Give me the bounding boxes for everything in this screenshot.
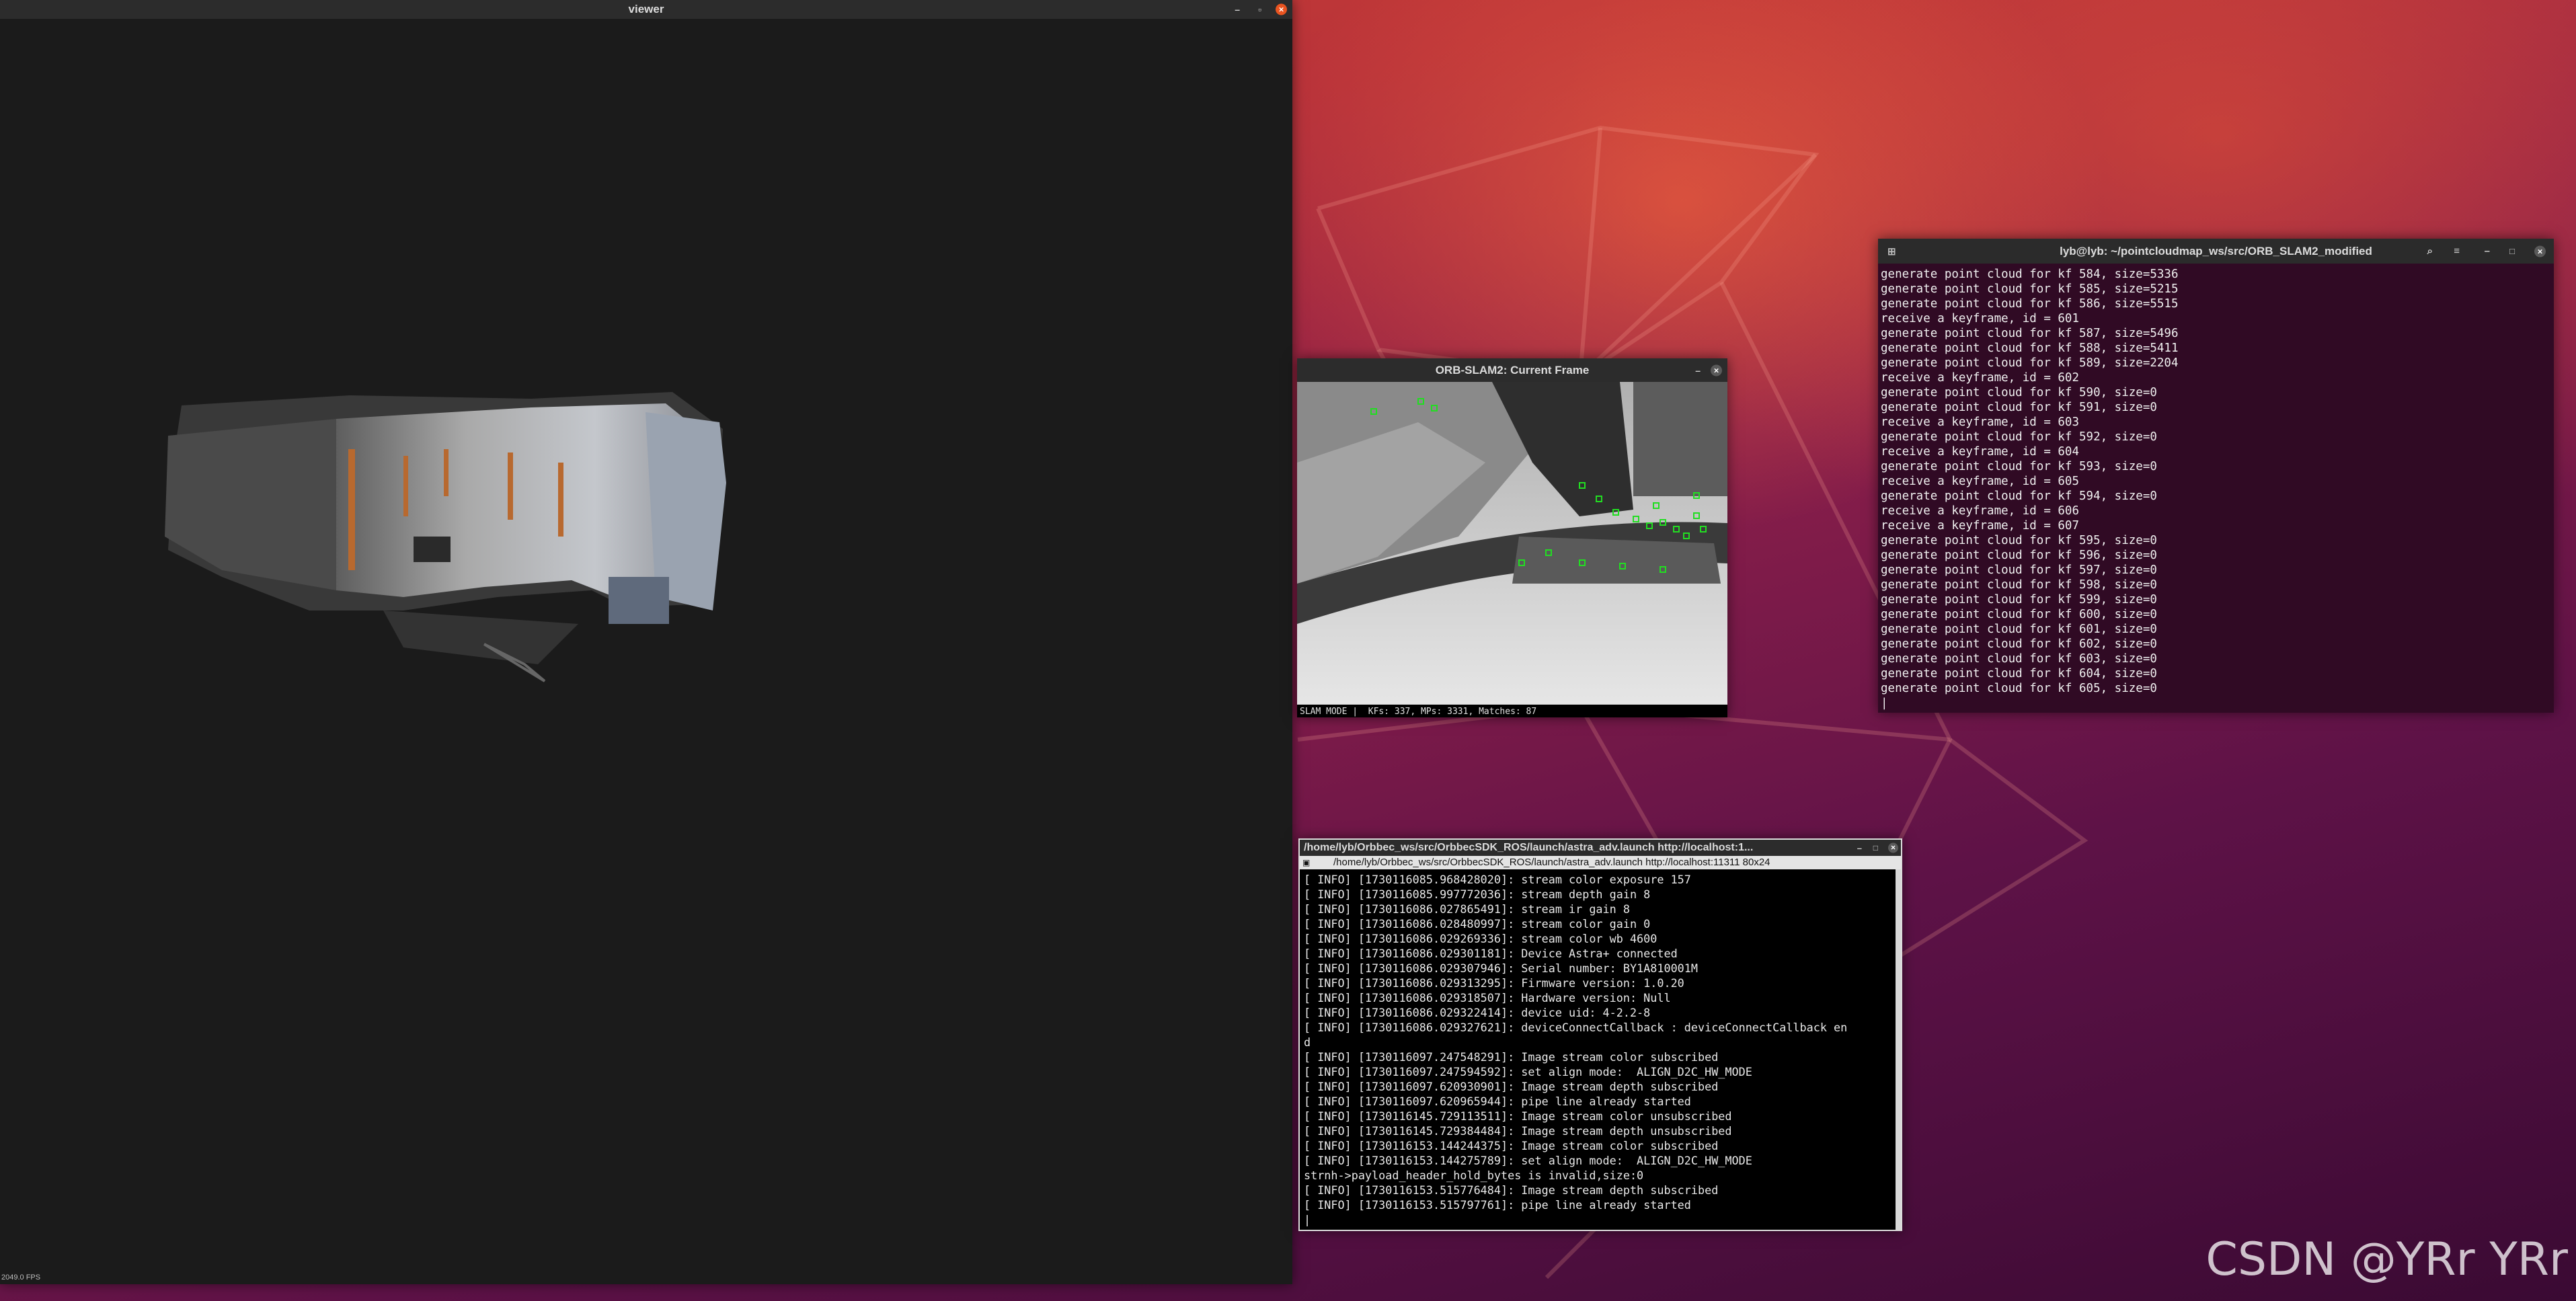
terminal-line: generate point cloud for kf 590, size=0	[1881, 386, 2157, 399]
terminal-line: generate point cloud for kf 592, size=0	[1881, 430, 2157, 444]
maximize-button[interactable]: □	[2509, 246, 2515, 256]
terminal-line: [ INFO] [1730116086.029327621]: deviceCo…	[1304, 1021, 1848, 1034]
close-button[interactable]: ×	[1276, 3, 1287, 15]
terminal-line: generate point cloud for kf 586, size=55…	[1881, 297, 2179, 311]
watermark: CSDN @YRr YRr	[2206, 1233, 2568, 1286]
terminal-cursor: |	[1881, 697, 1888, 710]
terminal-line: strnh->payload_header_hold_bytes is inva…	[1304, 1169, 1644, 1182]
terminal-line: [ INFO] [1730116097.247548291]: Image st…	[1304, 1050, 1719, 1064]
terminal-line: generate point cloud for kf 599, size=0	[1881, 593, 2157, 606]
terminal-line: d	[1304, 1035, 1311, 1049]
terminal-line: receive a keyframe, id = 601	[1881, 312, 2080, 325]
terminal-titlebar[interactable]: /home/lyb/Orbbec_ws/src/OrbbecSDK_ROS/la…	[1300, 840, 1901, 856]
camera-frame	[1297, 382, 1727, 705]
terminal-line: [ INFO] [1730116086.029318507]: Hardware…	[1304, 991, 1671, 1004]
terminal-line: [ INFO] [1730116153.515797761]: pipe lin…	[1304, 1198, 1691, 1212]
terminal-line: [ INFO] [1730116097.620965944]: pipe lin…	[1304, 1095, 1691, 1108]
fps-counter: 2049.0 FPS	[1, 1273, 41, 1282]
terminal-line: generate point cloud for kf 589, size=22…	[1881, 356, 2179, 370]
terminal-window-pointcloud[interactable]: ⊞ lyb@lyb: ~/pointcloudmap_ws/src/ORB_SL…	[1878, 239, 2554, 713]
terminal-titlebar[interactable]: ⊞ lyb@lyb: ~/pointcloudmap_ws/src/ORB_SL…	[1878, 239, 2554, 264]
terminal-icon[interactable]: ⊞	[1887, 245, 1896, 258]
terminal-line: receive a keyframe, id = 602	[1881, 371, 2080, 385]
terminal-line: [ INFO] [1730116086.029301181]: Device A…	[1304, 947, 1678, 960]
slam-status-text: SLAM MODE | KFs: 337, MPs: 3331, Matches…	[1300, 707, 1537, 717]
terminal-line: generate point cloud for kf 600, size=0	[1881, 608, 2157, 621]
menu-icon[interactable]: ≡	[2454, 245, 2460, 257]
search-icon[interactable]: ⌕	[2427, 245, 2433, 257]
terminal-line: receive a keyframe, id = 603	[1881, 416, 2080, 429]
terminal-title: /home/lyb/Orbbec_ws/src/OrbbecSDK_ROS/la…	[1304, 842, 1754, 853]
close-button[interactable]: ×	[1888, 842, 1898, 853]
terminal-line: generate point cloud for kf 603, size=0	[1881, 652, 2157, 666]
terminal-line: [ INFO] [1730116086.027865491]: stream i…	[1304, 902, 1630, 916]
terminal-line: receive a keyframe, id = 607	[1881, 519, 2080, 533]
terminal-window-roslaunch[interactable]: /home/lyb/Orbbec_ws/src/OrbbecSDK_ROS/la…	[1298, 838, 1902, 1231]
orb-title: ORB-SLAM2: Current Frame	[1435, 363, 1590, 377]
terminal-line: [ INFO] [1730116153.515776484]: Image st…	[1304, 1183, 1719, 1197]
terminal-cursor: |	[1304, 1213, 1311, 1226]
viewer-title: viewer	[628, 3, 664, 15]
terminal-line: generate point cloud for kf 598, size=0	[1881, 578, 2157, 592]
terminal-line: [ INFO] [1730116086.029322414]: device u…	[1304, 1006, 1651, 1019]
close-button[interactable]: ×	[2534, 245, 2546, 257]
terminal-line: receive a keyframe, id = 605	[1881, 475, 2080, 488]
terminal-line: [ INFO] [1730116097.620930901]: Image st…	[1304, 1080, 1719, 1093]
terminal-line: [ INFO] [1730116086.029307946]: Serial n…	[1304, 961, 1698, 975]
status-bar: SLAM MODE | KFs: 337, MPs: 3331, Matches…	[1297, 705, 1727, 717]
terminal-line: generate point cloud for kf 585, size=52…	[1881, 282, 2179, 296]
terminal-line: [ INFO] [1730116153.144275789]: set alig…	[1304, 1154, 1752, 1167]
terminal-line: generate point cloud for kf 602, size=0	[1881, 637, 2157, 651]
terminal-line: [ INFO] [1730116145.729384484]: Image st…	[1304, 1124, 1732, 1138]
minimize-button[interactable]: –	[1235, 5, 1240, 14]
terminal-line: receive a keyframe, id = 604	[1881, 445, 2080, 459]
viewer-window[interactable]: viewer – ▫ × 2049.0 FPS	[0, 0, 1292, 1284]
terminal-line: [ INFO] [1730116085.997772036]: stream d…	[1304, 888, 1651, 901]
scrollbar[interactable]	[1896, 869, 1901, 1230]
viewer-titlebar[interactable]: viewer – ▫ ×	[0, 0, 1292, 19]
close-button[interactable]: ×	[1711, 364, 1722, 376]
terminal-line: generate point cloud for kf 601, size=0	[1881, 623, 2157, 636]
terminal-line: [ INFO] [1730116086.029269336]: stream c…	[1304, 932, 1657, 945]
orb-slam-window[interactable]: ORB-SLAM2: Current Frame – × SLAM MODE |…	[1297, 358, 1727, 717]
xterm-header: ▣ /home/lyb/Orbbec_ws/src/OrbbecSDK_ROS/…	[1300, 856, 1901, 869]
terminal-output[interactable]: generate point cloud for kf 584, size=53…	[1881, 267, 2547, 713]
terminal-line: generate point cloud for kf 604, size=0	[1881, 667, 2157, 680]
terminal-output[interactable]: [ INFO] [1730116085.968428020]: stream c…	[1304, 872, 1893, 1230]
terminal-line: generate point cloud for kf 597, size=0	[1881, 563, 2157, 577]
point-cloud	[165, 392, 726, 682]
terminal-line: generate point cloud for kf 591, size=0	[1881, 401, 2157, 414]
terminal-line: [ INFO] [1730116153.144244375]: Image st…	[1304, 1139, 1719, 1152]
terminal-line: generate point cloud for kf 596, size=0	[1881, 549, 2157, 562]
minimize-button[interactable]: –	[2485, 245, 2490, 257]
terminal-subtitle: /home/lyb/Orbbec_ws/src/OrbbecSDK_ROS/la…	[1333, 857, 1770, 868]
terminal-line: receive a keyframe, id = 606	[1881, 504, 2080, 518]
orb-titlebar[interactable]: ORB-SLAM2: Current Frame – ×	[1297, 358, 1727, 382]
terminal-line: generate point cloud for kf 588, size=54…	[1881, 342, 2179, 355]
terminal-line: generate point cloud for kf 593, size=0	[1881, 460, 2157, 473]
terminal-line: [ INFO] [1730116086.028480997]: stream c…	[1304, 917, 1651, 931]
terminal-line: [ INFO] [1730116085.968428020]: stream c…	[1304, 873, 1691, 886]
terminal-line: [ INFO] [1730116145.729113511]: Image st…	[1304, 1109, 1732, 1123]
terminal-line: generate point cloud for kf 584, size=53…	[1881, 268, 2179, 281]
terminal-line: generate point cloud for kf 587, size=54…	[1881, 327, 2179, 340]
terminal-line: [ INFO] [1730116086.029313295]: Firmware…	[1304, 976, 1684, 990]
minimize-button[interactable]: –	[1857, 843, 1862, 853]
terminal-line: [ INFO] [1730116097.247594592]: set alig…	[1304, 1065, 1752, 1078]
terminal-line: generate point cloud for kf 594, size=0	[1881, 489, 2157, 503]
point-cloud-canvas[interactable]	[0, 19, 1292, 1269]
maximize-button[interactable]: ▫	[1258, 5, 1261, 14]
minimize-button[interactable]: –	[1695, 366, 1701, 375]
terminal-title: lyb@lyb: ~/pointcloudmap_ws/src/ORB_SLAM…	[2060, 244, 2372, 258]
maximize-button[interactable]: □	[1873, 843, 1878, 853]
terminal-icon: ▣	[1302, 858, 1311, 867]
terminal-line: generate point cloud for kf 595, size=0	[1881, 534, 2157, 547]
terminal-line: generate point cloud for kf 605, size=0	[1881, 682, 2157, 695]
